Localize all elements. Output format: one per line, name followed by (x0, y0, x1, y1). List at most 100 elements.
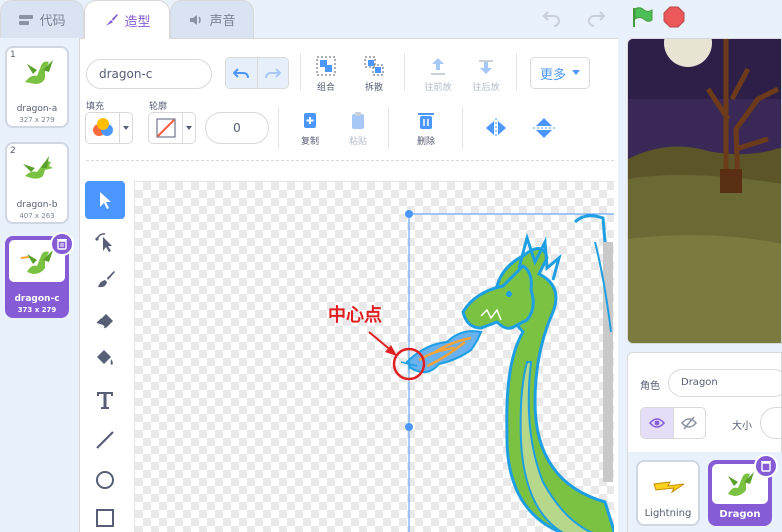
chevron-down-icon (572, 70, 580, 75)
tab-costumes[interactable]: 造型 (84, 0, 170, 39)
paint-editor: dragon-c 组合 拆散 往前放 往后放 更多 填充 轮廓 0 复制 粘贴 … (80, 38, 618, 532)
tab-code-label: 代码 (39, 14, 66, 29)
backward-button[interactable]: 往后放 (466, 55, 506, 93)
hide-sprite-button[interactable] (674, 408, 706, 438)
ungroup-button[interactable]: 拆散 (354, 55, 394, 93)
flip-vertical-icon[interactable] (532, 117, 556, 139)
sprite-name: Lightning (644, 508, 692, 519)
outline-color-button[interactable] (148, 112, 196, 144)
costume-list: 1 dragon-a 327 x 279 2 dragon-b 407 x 26… (0, 38, 80, 532)
trash-icon (761, 461, 771, 472)
stop-icon[interactable] (662, 5, 686, 29)
redo-icon (264, 68, 281, 79)
forward-label: 往前放 (424, 83, 452, 93)
dragon-thumbnail (728, 472, 754, 496)
sprite-list: Lightning Dragon (627, 452, 782, 532)
tab-sounds[interactable]: 声音 (170, 0, 254, 38)
size-label: 大小 (732, 421, 752, 432)
undo-top-icon[interactable] (540, 5, 564, 29)
outline-width-input[interactable]: 0 (205, 112, 269, 144)
text-icon (97, 392, 113, 409)
paint-bucket-icon (97, 350, 113, 365)
delete-costume-button[interactable] (50, 232, 74, 256)
circle-tool[interactable] (85, 461, 125, 499)
costume-number: 2 (10, 146, 16, 156)
group-button[interactable]: 组合 (306, 55, 346, 93)
forward-icon (431, 58, 445, 75)
eraser-tool[interactable] (85, 301, 125, 339)
costume-name: dragon-c (14, 294, 60, 304)
fill-tool[interactable] (85, 339, 125, 377)
green-flag-icon[interactable] (630, 5, 654, 29)
redo-button[interactable] (257, 58, 288, 88)
code-icon (19, 14, 34, 25)
sprite-item[interactable]: Lightning (636, 460, 700, 526)
sprite-label: 角色 (640, 381, 660, 392)
delete-label: 删除 (416, 137, 435, 147)
text-tool[interactable] (85, 381, 125, 419)
rectangle-tool[interactable] (85, 499, 125, 532)
copy-icon (304, 113, 316, 128)
costume-number: 3 (10, 240, 17, 250)
undo-button[interactable] (226, 58, 258, 88)
dragon-drawing (368, 210, 614, 532)
costume-name: dragon-a (16, 104, 58, 114)
copy-button[interactable]: 复制 (290, 111, 330, 147)
fill-color-button[interactable] (85, 112, 133, 144)
costume-name-input[interactable]: dragon-c (86, 59, 212, 89)
stage[interactable] (627, 38, 782, 344)
costume-size: 327 x 279 (19, 116, 55, 124)
size-input[interactable] (760, 407, 782, 439)
color-palette-icon (92, 118, 113, 136)
chevron-down-icon (186, 125, 192, 130)
more-dropdown[interactable]: 更多 (530, 57, 590, 89)
trash-icon (418, 113, 434, 129)
reshape-icon (95, 233, 112, 252)
backward-icon (479, 60, 493, 74)
reshape-tool[interactable] (85, 223, 125, 261)
delete-sprite-button[interactable] (754, 454, 778, 478)
ungroup-label: 拆散 (364, 83, 383, 93)
fill-label: 填充 (86, 102, 105, 112)
brush-icon (98, 271, 115, 288)
dragon-thumbnail (25, 60, 53, 84)
show-sprite-button[interactable] (641, 408, 674, 438)
tab-costumes-label: 造型 (124, 14, 151, 30)
trash-icon (57, 239, 67, 250)
brush-icon (106, 14, 119, 26)
chevron-down-icon (123, 125, 129, 130)
paint-canvas[interactable] (134, 181, 614, 532)
undo-icon (233, 68, 250, 79)
costume-item[interactable]: 2 dragon-b 407 x 263 (5, 142, 69, 224)
tab-code[interactable]: 代码 (0, 0, 84, 38)
redo-top-icon[interactable] (584, 5, 608, 29)
sprite-name: Dragon (719, 509, 761, 520)
dragon-thumbnail (23, 156, 53, 179)
sprite-name-input[interactable]: Dragon (668, 369, 782, 397)
select-tool[interactable] (85, 181, 125, 219)
costume-item[interactable]: 1 dragon-a 327 x 279 (5, 46, 69, 128)
costume-size: 373 x 279 (17, 306, 57, 314)
arrow-cursor-icon (100, 192, 111, 209)
group-icon (316, 56, 336, 76)
eye-icon (648, 418, 665, 428)
line-icon (96, 431, 114, 449)
paste-button[interactable]: 粘贴 (338, 111, 378, 147)
stage-backdrop (628, 39, 781, 343)
lightning-thumbnail (653, 481, 685, 494)
forward-button[interactable]: 往前放 (418, 55, 458, 93)
group-label: 组合 (316, 83, 335, 93)
center-point-annotation: 中心点 (328, 305, 382, 326)
line-tool[interactable] (85, 421, 125, 459)
eraser-icon (96, 314, 113, 329)
outline-label: 轮廓 (149, 102, 168, 112)
flip-horizontal-icon[interactable] (484, 117, 508, 139)
circle-icon (96, 471, 114, 489)
paste-label: 粘贴 (348, 137, 367, 147)
delete-button[interactable]: 删除 (406, 111, 446, 147)
brush-tool[interactable] (85, 261, 125, 299)
no-outline-icon (156, 118, 175, 138)
tab-sounds-label: 声音 (209, 14, 236, 29)
speaker-icon (190, 14, 202, 25)
rectangle-icon (96, 509, 114, 527)
